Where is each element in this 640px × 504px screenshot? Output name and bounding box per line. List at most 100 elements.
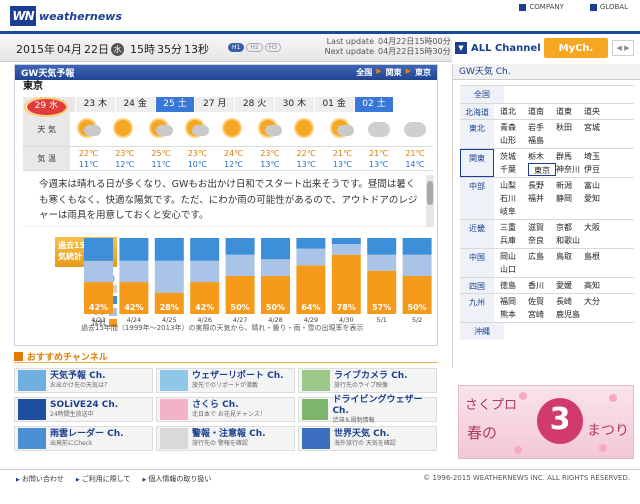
prefecture-link[interactable]: 香川 [528, 279, 556, 292]
prefecture-link[interactable]: 新潟 [556, 179, 584, 192]
prefecture-link[interactable]: 島根 [584, 250, 612, 263]
prefecture-link[interactable]: 栃木 [528, 150, 556, 163]
h1-toggle[interactable]: H1 [228, 43, 245, 52]
prefecture-link[interactable]: 三重 [500, 221, 528, 234]
forecast-date: 28 [242, 99, 255, 109]
prefecture-link[interactable]: 京都 [556, 221, 584, 234]
prefecture-link[interactable]: 岐阜 [500, 205, 528, 218]
region-name[interactable]: 九州 [460, 294, 494, 322]
prefecture-link[interactable]: 埼玉 [584, 150, 612, 163]
footer-link-contact[interactable]: お問い合わせ [16, 474, 64, 484]
breadcrumb-kanto[interactable]: 関東 [386, 67, 402, 78]
mych-label: MyCh. [558, 42, 594, 54]
region-name[interactable]: 沖縄 [460, 323, 504, 340]
prefecture-link[interactable]: 岩手 [528, 121, 556, 134]
channel-card[interactable]: ドライビングウェザー Ch. 渋滞＆規制情報 [298, 395, 437, 424]
prefecture-link[interactable]: 奈良 [528, 234, 556, 247]
region-name[interactable]: 東北 [460, 120, 494, 148]
prefecture-link[interactable]: 愛知 [584, 192, 612, 205]
sun-icon [112, 118, 138, 140]
prefecture-link[interactable]: 大分 [584, 295, 612, 308]
channel-card[interactable]: SOLiVE24 Ch. 24時間生放送中 [14, 397, 153, 422]
prefecture-link[interactable]: 宮崎 [528, 308, 556, 321]
region-row: 東北 青森 岩手 秋田 宮城山形 福島 [460, 119, 634, 148]
prefecture-link[interactable]: 広島 [528, 250, 556, 263]
scrollbar-thumb[interactable] [427, 181, 433, 205]
comment-scrollbar[interactable] [426, 175, 434, 227]
prefecture-link[interactable]: 鳥取 [556, 250, 584, 263]
prefecture-link[interactable]: 熊本 [500, 308, 528, 321]
prefecture-link[interactable]: 伊豆 [584, 163, 612, 176]
prefecture-link[interactable]: 岡山 [500, 250, 528, 263]
h2-toggle[interactable]: H2 [246, 43, 263, 52]
prefecture-link[interactable]: 群馬 [556, 150, 584, 163]
prefecture-link[interactable]: 愛媛 [556, 279, 584, 292]
bar-data-label: 78% [337, 303, 356, 312]
region-name[interactable]: 関東 [460, 149, 494, 177]
prefecture-link[interactable]: 茨城 [500, 150, 528, 163]
region-name[interactable]: 北海道 [460, 104, 494, 119]
prefecture-link[interactable]: 徳島 [500, 279, 528, 292]
region-name[interactable]: 四国 [460, 278, 494, 293]
prefecture-link[interactable]: 山梨 [500, 179, 528, 192]
prefecture-link[interactable]: 大阪 [584, 221, 612, 234]
prefecture-link[interactable]: 宮城 [584, 121, 612, 134]
channel-thumbnail [18, 428, 46, 449]
region-name[interactable]: 中国 [460, 249, 494, 277]
all-channel-tab[interactable]: ▼ ALL Channel [455, 38, 541, 58]
channel-thumbnail [18, 370, 46, 391]
channel-card[interactable]: ライブカメラ Ch. 旅行先のライブ映像 [298, 368, 437, 393]
footer: お問い合わせ ご利用に際して 個人情報の取り扱い © 1996-2015 WEA… [0, 469, 640, 487]
channel-card[interactable]: 天気予報 Ch. お出かけ先の天気は？ [14, 368, 153, 393]
forecast-dow: 土 [177, 99, 187, 109]
prefecture-link[interactable]: 静岡 [556, 192, 584, 205]
region-row: 全国 [460, 85, 634, 103]
prefecture-link[interactable]: 福島 [528, 134, 556, 147]
footer-link-terms[interactable]: ご利用に際して [76, 474, 131, 484]
prefecture-link[interactable]: 福岡 [500, 295, 528, 308]
prefecture-link[interactable]: 福井 [528, 192, 556, 205]
company-link[interactable]: COMPANY [519, 3, 564, 11]
prefecture-link[interactable]: 山形 [500, 134, 528, 147]
prefecture-link[interactable]: 神奈川 [556, 163, 584, 176]
prefecture-link[interactable]: 東京 [528, 163, 556, 176]
region-name[interactable]: 中部 [460, 178, 494, 219]
channel-title: さくら Ch. [192, 400, 239, 410]
prefecture-link[interactable]: 長崎 [556, 295, 584, 308]
global-link[interactable]: GLOBAL [589, 3, 628, 11]
prefecture-link[interactable]: 長野 [528, 179, 556, 192]
prefecture-link[interactable]: 道南 [528, 105, 556, 118]
channel-thumbnail [302, 428, 330, 449]
region-name[interactable]: 全国 [460, 86, 504, 103]
prefecture-link[interactable]: 鹿児島 [556, 308, 584, 321]
prefecture-link[interactable]: 秋田 [556, 121, 584, 134]
prefecture-link[interactable]: 道北 [500, 105, 528, 118]
prefecture-link[interactable]: 青森 [500, 121, 528, 134]
prefecture-link[interactable]: 道央 [584, 105, 612, 118]
prefecture-link[interactable]: 佐賀 [528, 295, 556, 308]
channel-card[interactable]: 警報・注意報 Ch. 旅行先の 警報を確認 [156, 426, 295, 451]
sakura-banner[interactable]: さくプロ 春の 3 まつり [458, 385, 634, 459]
forecast-date: 25 [163, 99, 175, 109]
prefecture-link[interactable]: 山口 [500, 263, 528, 276]
top-links: COMPANY GLOBAL [519, 3, 628, 11]
mych-tab[interactable]: MyCh. [544, 38, 608, 58]
breadcrumb-national[interactable]: 全国 [356, 67, 372, 78]
prefecture-link[interactable]: 道東 [556, 105, 584, 118]
footer-link-privacy[interactable]: 個人情報の取り扱い [143, 474, 211, 484]
channel-card[interactable]: さくら Ch. 北日本で お花見チャンス！ [156, 397, 295, 422]
prefecture-link[interactable]: 石川 [500, 192, 528, 205]
prefecture-link[interactable]: 富山 [584, 179, 612, 192]
channel-card[interactable]: 世界天気 Ch. 海外旅行の 天気を確認 [298, 426, 437, 451]
prefecture-link[interactable]: 高知 [584, 279, 612, 292]
prefecture-link[interactable]: 兵庫 [500, 234, 528, 247]
region-name[interactable]: 近畿 [460, 220, 494, 248]
channel-card[interactable]: ウェザーリポート Ch. 旅先でのリポートが満載 [156, 368, 295, 393]
channel-card[interactable]: 雨雲レーダー Ch. 出発前にCheck [14, 426, 153, 451]
prefecture-link[interactable]: 千葉 [500, 163, 528, 176]
prefecture-link[interactable]: 和歌山 [556, 234, 584, 247]
logo[interactable]: WN weathernews [10, 5, 122, 27]
prefecture-link[interactable]: 滋賀 [528, 221, 556, 234]
h3-toggle[interactable]: H3 [264, 43, 282, 52]
scroll-arrows[interactable]: ◀ ▶ [612, 40, 634, 56]
